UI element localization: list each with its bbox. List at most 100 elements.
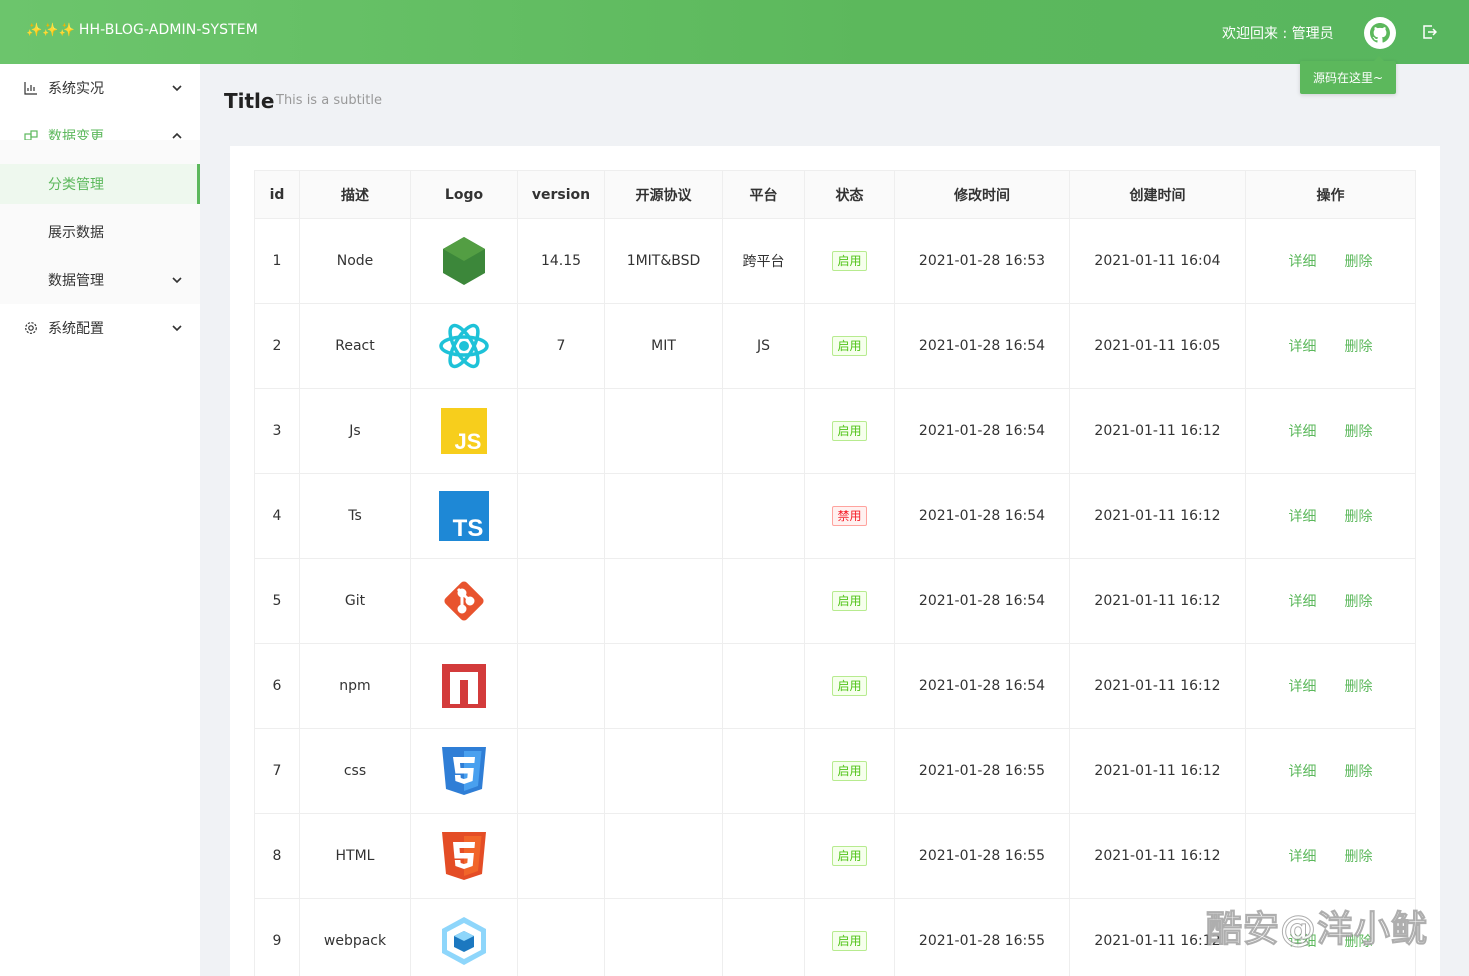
sidebar-subitem-display[interactable]: 展示数据 xyxy=(0,212,200,252)
watermark: 酷安@洋小鱿 xyxy=(1205,909,1429,951)
id-cell: 4 xyxy=(254,473,300,559)
created-cell: 2021-01-11 16:12 xyxy=(1069,728,1246,814)
desc-cell: React xyxy=(299,303,411,389)
brand[interactable]: ✨✨✨ HH-BLOG-ADMIN-SYSTEM xyxy=(26,22,258,38)
version-cell xyxy=(517,473,605,559)
delete-button[interactable]: 删除 xyxy=(1345,591,1373,611)
desc-cell: Node xyxy=(299,218,411,304)
modified-cell: 2021-01-28 16:55 xyxy=(894,728,1070,814)
actions-cell: 详细 删除 xyxy=(1245,813,1416,899)
id-cell: 3 xyxy=(254,388,300,474)
column-header[interactable]: 操作 xyxy=(1245,170,1416,219)
status-badge: 启用 xyxy=(832,846,867,866)
status-cell: 启用 xyxy=(804,388,895,474)
logout-icon[interactable] xyxy=(1421,24,1437,40)
node-logo xyxy=(438,235,490,287)
status-cell: 启用 xyxy=(804,303,895,389)
logo-cell xyxy=(410,813,518,899)
column-header[interactable]: 修改时间 xyxy=(894,170,1070,219)
delete-button[interactable]: 删除 xyxy=(1345,846,1373,866)
platform-cell: 跨平台 xyxy=(722,218,805,304)
license-cell: 1MIT&BSD xyxy=(604,218,723,304)
detail-button[interactable]: 详细 xyxy=(1289,591,1317,611)
delete-button[interactable]: 删除 xyxy=(1345,251,1373,271)
page-subtitle: This is a subtitle xyxy=(276,93,382,108)
delete-button[interactable]: 删除 xyxy=(1345,506,1373,526)
column-header[interactable]: 平台 xyxy=(722,170,805,219)
license-cell xyxy=(604,728,723,814)
actions-cell: 详细 删除 xyxy=(1245,558,1416,644)
license-cell xyxy=(604,473,723,559)
sidebar-subitem-category[interactable]: 分类管理 xyxy=(0,164,200,204)
status-badge: 启用 xyxy=(832,251,867,271)
version-cell xyxy=(517,728,605,814)
github-button[interactable] xyxy=(1364,17,1396,49)
license-cell: MIT xyxy=(604,303,723,389)
logo-cell xyxy=(410,728,518,814)
license-cell xyxy=(604,558,723,644)
id-cell: 6 xyxy=(254,643,300,729)
delete-button[interactable]: 删除 xyxy=(1345,421,1373,441)
logo-cell xyxy=(410,218,518,304)
sidebar-subitem-data-manage[interactable]: 数据管理 xyxy=(0,260,200,300)
actions-cell: 详细 删除 xyxy=(1245,473,1416,559)
status-badge: 启用 xyxy=(832,336,867,356)
status-badge: 启用 xyxy=(832,421,867,441)
column-header[interactable]: 描述 xyxy=(299,170,411,219)
delete-button[interactable]: 删除 xyxy=(1345,676,1373,696)
sidebar-item-system-status[interactable]: 系统实况 xyxy=(0,64,200,112)
status-cell: 启用 xyxy=(804,728,895,814)
logo-cell xyxy=(410,898,518,976)
platform-cell xyxy=(722,813,805,899)
detail-button[interactable]: 详细 xyxy=(1289,761,1317,781)
detail-button[interactable]: 详细 xyxy=(1289,676,1317,696)
logo-cell xyxy=(410,473,518,559)
created-cell: 2021-01-11 16:05 xyxy=(1069,303,1246,389)
status-badge: 启用 xyxy=(832,676,867,696)
detail-button[interactable]: 详细 xyxy=(1289,251,1317,271)
desc-cell: Git xyxy=(299,558,411,644)
desc-cell: HTML xyxy=(299,813,411,899)
version-cell: 7 xyxy=(517,303,605,389)
status-badge: 启用 xyxy=(832,931,867,951)
actions-cell: 详细 删除 xyxy=(1245,218,1416,304)
column-header[interactable]: id xyxy=(254,170,300,219)
column-header[interactable]: 创建时间 xyxy=(1069,170,1246,219)
id-cell: 2 xyxy=(254,303,300,389)
status-cell: 启用 xyxy=(804,643,895,729)
data-table: id 描述 Logo version 开源协议 平台 状态 修改时间 创建时间 … xyxy=(254,170,1416,976)
modified-cell: 2021-01-28 16:55 xyxy=(894,813,1070,899)
id-cell: 8 xyxy=(254,813,300,899)
column-header[interactable]: 开源协议 xyxy=(604,170,723,219)
delete-button[interactable]: 删除 xyxy=(1345,336,1373,356)
detail-button[interactable]: 详细 xyxy=(1289,421,1317,441)
version-cell xyxy=(517,643,605,729)
platform-cell xyxy=(722,473,805,559)
license-cell xyxy=(604,813,723,899)
column-header[interactable]: 状态 xyxy=(804,170,895,219)
id-cell: 9 xyxy=(254,898,300,976)
sidebar-subitem-label: 分类管理 xyxy=(48,177,104,193)
logo-cell xyxy=(410,643,518,729)
logo-cell xyxy=(410,303,518,389)
page-title: Title xyxy=(224,89,275,113)
detail-button[interactable]: 详细 xyxy=(1289,506,1317,526)
webpack-logo xyxy=(438,915,490,967)
react-logo xyxy=(438,320,490,372)
detail-button[interactable]: 详细 xyxy=(1289,846,1317,866)
css-logo xyxy=(438,745,490,797)
created-cell: 2021-01-11 16:12 xyxy=(1069,558,1246,644)
detail-button[interactable]: 详细 xyxy=(1289,336,1317,356)
sidebar-item-label: 系统配置 xyxy=(48,321,104,337)
delete-button[interactable]: 删除 xyxy=(1345,761,1373,781)
sidebar-item-system-config[interactable]: 系统配置 xyxy=(0,304,200,352)
status-cell: 禁用 xyxy=(804,473,895,559)
desc-cell: webpack xyxy=(299,898,411,976)
status-cell: 启用 xyxy=(804,898,895,976)
platform-cell xyxy=(722,728,805,814)
version-cell xyxy=(517,813,605,899)
column-header[interactable]: Logo xyxy=(410,170,518,219)
git-logo xyxy=(438,575,490,627)
modified-cell: 2021-01-28 16:54 xyxy=(894,643,1070,729)
column-header[interactable]: version xyxy=(517,170,605,219)
